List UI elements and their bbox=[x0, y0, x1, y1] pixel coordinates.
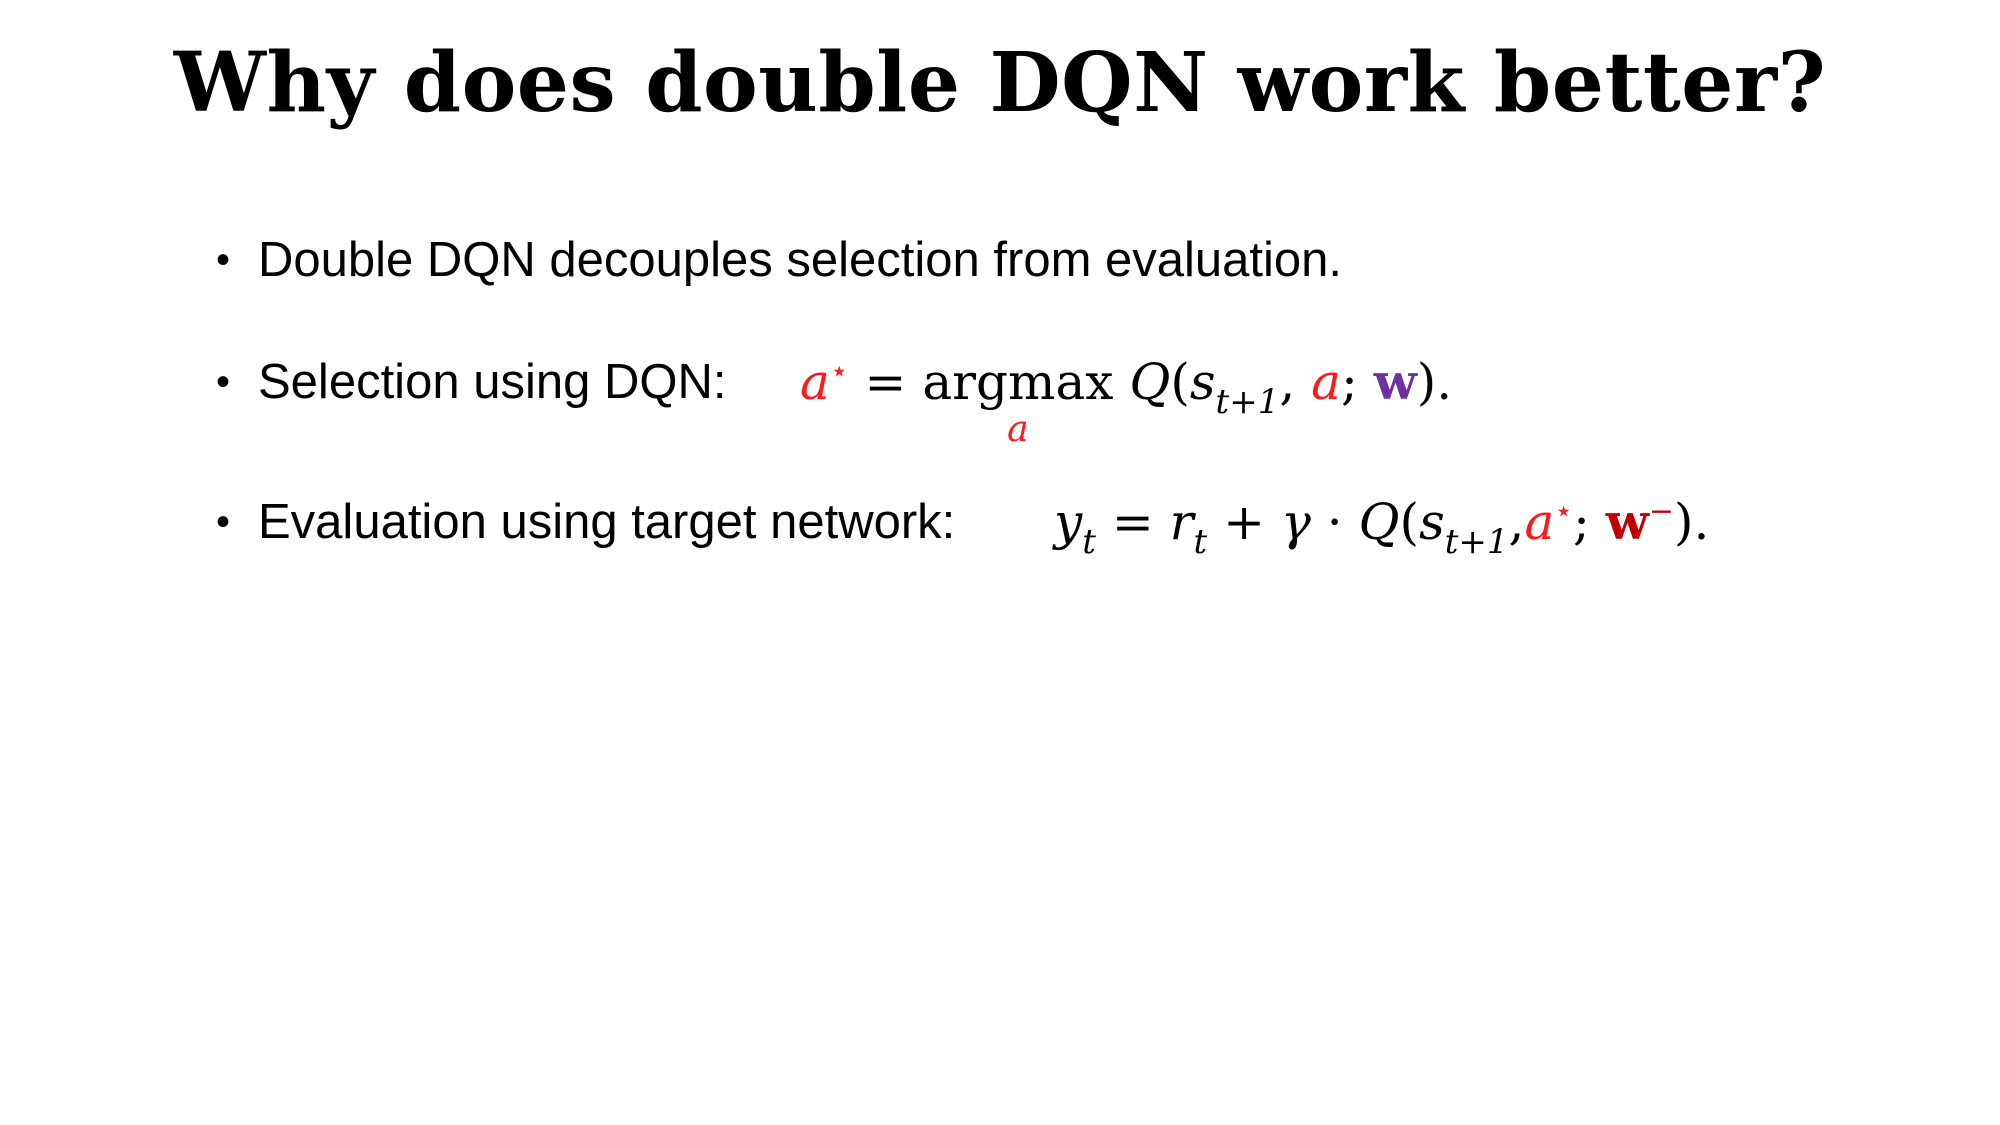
eq-semicolon: ; bbox=[1340, 353, 1358, 411]
slide-title: Why does double DQN work better? bbox=[173, 35, 1827, 131]
eq-open-paren: ( bbox=[1170, 353, 1190, 411]
eq-star-symbol: ⋆ bbox=[829, 354, 849, 389]
argmax-subscript: a bbox=[1007, 409, 1029, 450]
eq-action-star-lhs: a bbox=[800, 353, 830, 411]
bullet-selection: • Selection using DQN: bbox=[216, 352, 726, 412]
eq-open-paren: ( bbox=[1399, 493, 1420, 551]
eq-dot: · bbox=[1326, 493, 1343, 551]
eq-state: s bbox=[1419, 493, 1445, 551]
eq-comma: , bbox=[1279, 353, 1296, 411]
eq-target-weights-superscript: − bbox=[1648, 494, 1674, 529]
selection-equation: a⋆ = argmax a Q(st+1, a; w). bbox=[800, 352, 1453, 450]
eq-equals: = bbox=[864, 353, 907, 411]
eq-equals: = bbox=[1111, 493, 1154, 551]
eq-reward: r bbox=[1169, 493, 1194, 551]
eq-q-function: Q bbox=[1129, 353, 1171, 411]
eq-target-weights: w bbox=[1605, 492, 1649, 551]
argmax-operator: argmax a bbox=[922, 352, 1114, 450]
eq-star-symbol: ⋆ bbox=[1554, 494, 1574, 529]
bullet-marker: • bbox=[216, 238, 231, 282]
bullet-marker: • bbox=[216, 360, 231, 404]
eq-target-subscript: t bbox=[1082, 522, 1096, 562]
bullet-evaluation: • Evaluation using target network: bbox=[216, 492, 955, 552]
bullet-decoupling: • Double DQN decouples selection from eva… bbox=[216, 230, 1342, 290]
bullet-text: Double DQN decouples selection from eval… bbox=[258, 233, 1343, 287]
argmax-label: argmax bbox=[922, 353, 1114, 411]
eq-q-function: Q bbox=[1358, 493, 1400, 551]
bullet-text: Selection using DQN: bbox=[258, 355, 727, 409]
eq-state-subscript: t+1 bbox=[1444, 522, 1509, 562]
eq-reward-subscript: t bbox=[1193, 522, 1208, 562]
eq-state: s bbox=[1189, 353, 1216, 411]
evaluation-equation: yt = rt + γ · Q(st+1,a⋆; w−). bbox=[1054, 492, 1710, 562]
eq-close: ). bbox=[1673, 493, 1710, 551]
bullet-marker: • bbox=[216, 500, 231, 544]
eq-close: ). bbox=[1416, 353, 1453, 411]
eq-action-star: a bbox=[1524, 493, 1555, 551]
eq-target-y: y bbox=[1054, 493, 1083, 551]
eq-state-subscript: t+1 bbox=[1215, 382, 1280, 422]
eq-semicolon: ; bbox=[1573, 493, 1590, 551]
eq-comma: , bbox=[1508, 493, 1525, 551]
bullet-text: Evaluation using target network: bbox=[258, 495, 956, 549]
eq-dqn-weights: w bbox=[1373, 352, 1417, 411]
eq-action: a bbox=[1311, 353, 1341, 411]
eq-gamma: γ bbox=[1280, 493, 1311, 551]
eq-plus: + bbox=[1223, 493, 1266, 551]
